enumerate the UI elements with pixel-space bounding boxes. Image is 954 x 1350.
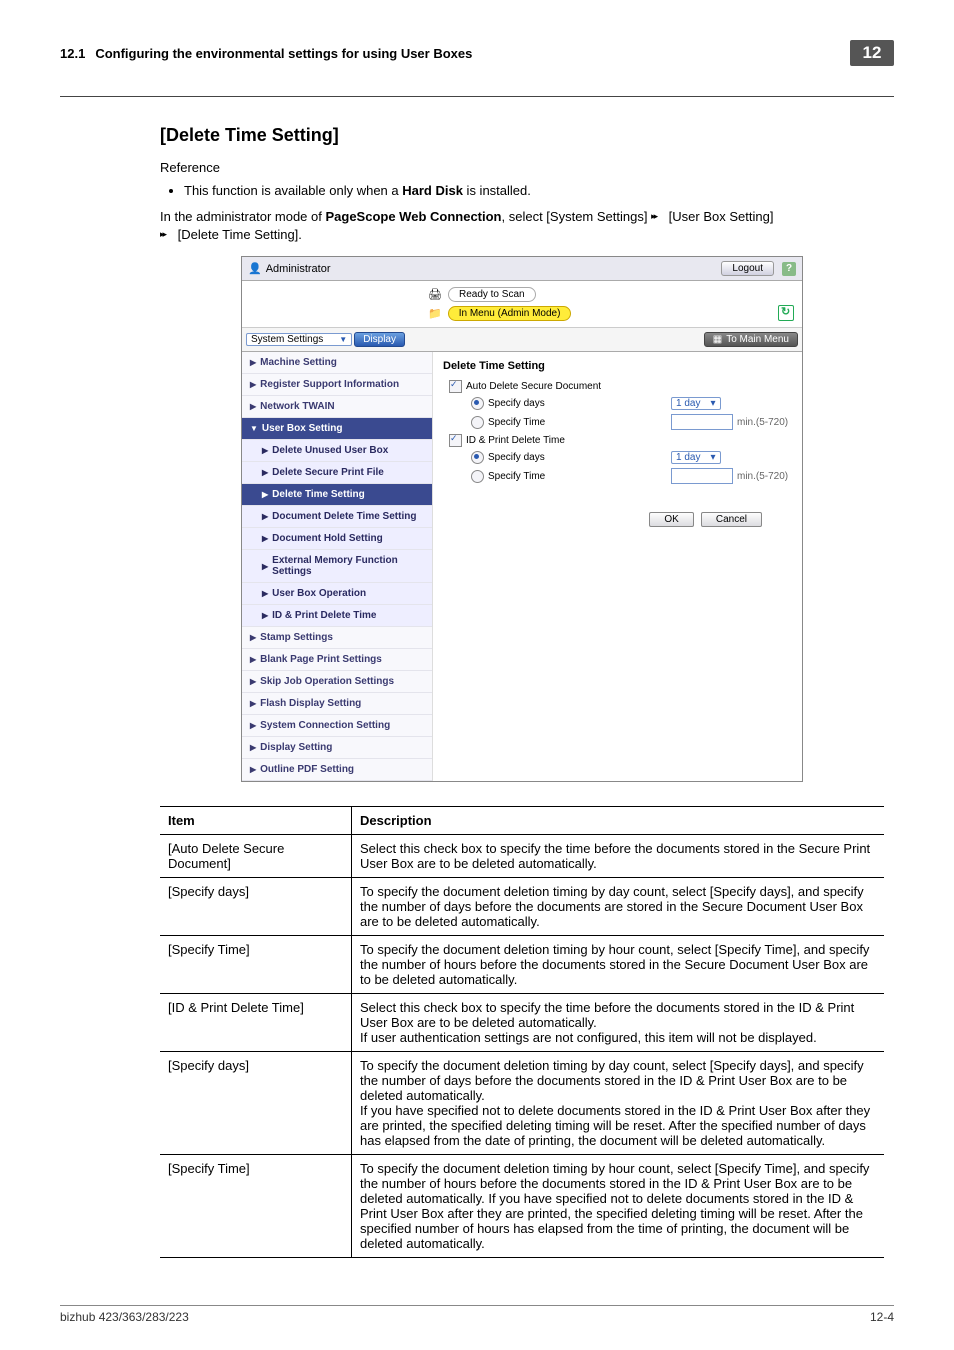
settings-pane: Delete Time Setting Auto Delete Secure D… <box>433 352 802 781</box>
cell-item: [Specify Time] <box>160 1155 352 1258</box>
nav-register-support[interactable]: ▶Register Support Information <box>242 374 432 396</box>
cell-item: [Specify Time] <box>160 936 352 994</box>
admin-label: Administrator <box>266 263 331 275</box>
menu-icon: ▦ <box>713 334 722 345</box>
specify-time-radio-1[interactable] <box>471 416 484 429</box>
nav-ext-memory[interactable]: ▶External Memory Function Settings <box>242 550 432 583</box>
th-item: Item <box>160 807 352 835</box>
nav-doc-del-time[interactable]: ▶Document Delete Time Setting <box>242 506 432 528</box>
cell-item: [Auto Delete Secure Document] <box>160 835 352 878</box>
days-select-1[interactable]: 1 day▾ <box>671 397 721 410</box>
section-heading: [Delete Time Setting] <box>160 125 884 146</box>
runhead-section-num: 12.1 <box>60 46 85 61</box>
status-ready: Ready to Scan <box>448 287 536 302</box>
cell-item: [ID & Print Delete Time] <box>160 994 352 1052</box>
nav-id-print-delete[interactable]: ▶ID & Print Delete Time <box>242 605 432 627</box>
cell-item: [Specify days] <box>160 878 352 936</box>
time-input-2[interactable] <box>671 468 733 484</box>
ok-button[interactable]: OK <box>649 512 693 527</box>
table-row: [Auto Delete Secure Document]Select this… <box>160 835 884 878</box>
cell-desc: To specify the document deletion timing … <box>352 936 885 994</box>
nav-network-twain[interactable]: ▶Network TWAIN <box>242 396 432 418</box>
nav-delete-secure[interactable]: ▶Delete Secure Print File <box>242 462 432 484</box>
nav-flash-display[interactable]: ▶Flash Display Setting <box>242 693 432 715</box>
admin-icon: 👤 <box>248 262 262 275</box>
table-row: [Specify days]To specify the document de… <box>160 878 884 936</box>
cell-desc: To specify the document deletion timing … <box>352 1155 885 1258</box>
cancel-button[interactable]: Cancel <box>701 512 762 527</box>
to-main-menu-button[interactable]: ▦ To Main Menu <box>704 332 798 347</box>
description-table: Item Description [Auto Delete Secure Doc… <box>160 806 884 1258</box>
specify-days-radio-2[interactable] <box>471 451 484 464</box>
status-menu: In Menu (Admin Mode) <box>448 306 572 321</box>
path-arrow-icon <box>651 214 665 222</box>
cell-item: [Specify days] <box>160 1052 352 1155</box>
reference-bullet: This function is available only when a H… <box>184 183 884 198</box>
pane-title: Delete Time Setting <box>443 360 792 372</box>
footer-page: 12-4 <box>870 1310 894 1324</box>
cell-desc: To specify the document deletion timing … <box>352 1052 885 1155</box>
folder-icon: 📁 <box>428 307 442 320</box>
header-rule <box>60 96 894 97</box>
chapter-number-box: 12 <box>850 40 894 66</box>
path-arrow-icon <box>160 232 174 240</box>
table-row: [Specify days]To specify the document de… <box>160 1052 884 1155</box>
specify-days-radio-1[interactable] <box>471 397 484 410</box>
nav-user-box-setting[interactable]: ▼User Box Setting <box>242 418 432 440</box>
days-select-2[interactable]: 1 day▾ <box>671 451 721 464</box>
logout-button[interactable]: Logout <box>721 261 774 276</box>
nav-delete-time[interactable]: ▶Delete Time Setting <box>242 484 432 506</box>
cell-desc: Select this check box to specify the tim… <box>352 994 885 1052</box>
auto-delete-checkbox[interactable] <box>449 380 462 393</box>
table-row: [ID & Print Delete Time]Select this chec… <box>160 994 884 1052</box>
nav-delete-unused[interactable]: ▶Delete Unused User Box <box>242 440 432 462</box>
chevron-down-icon: ▼ <box>339 335 347 344</box>
intro-paragraph: In the administrator mode of PageScope W… <box>160 208 884 244</box>
sidebar-nav: ▶Machine Setting ▶Register Support Infor… <box>242 352 433 781</box>
specify-time-radio-2[interactable] <box>471 470 484 483</box>
nav-blank-page[interactable]: ▶Blank Page Print Settings <box>242 649 432 671</box>
id-print-delete-checkbox[interactable] <box>449 434 462 447</box>
cell-desc: Select this check box to specify the tim… <box>352 835 885 878</box>
nav-stamp[interactable]: ▶Stamp Settings <box>242 627 432 649</box>
nav-outline-pdf[interactable]: ▶Outline PDF Setting <box>242 759 432 781</box>
footer-model: bizhub 423/363/283/223 <box>60 1310 189 1324</box>
nav-system-connection[interactable]: ▶System Connection Setting <box>242 715 432 737</box>
nav-doc-hold[interactable]: ▶Document Hold Setting <box>242 528 432 550</box>
display-button[interactable]: Display <box>354 332 405 347</box>
chevron-down-icon: ▾ <box>710 398 715 409</box>
webconnection-screenshot: 👤 Administrator Logout ? 🖨 Ready to Scan… <box>241 256 803 782</box>
chevron-down-icon: ▾ <box>710 452 715 463</box>
printer-icon: 🖨 <box>428 288 442 301</box>
nav-machine-setting[interactable]: ▶Machine Setting <box>242 352 432 374</box>
nav-skip-job[interactable]: ▶Skip Job Operation Settings <box>242 671 432 693</box>
runhead-title: Configuring the environmental settings f… <box>95 46 850 61</box>
help-icon[interactable]: ? <box>782 262 796 276</box>
th-desc: Description <box>352 807 885 835</box>
nav-user-box-op[interactable]: ▶User Box Operation <box>242 583 432 605</box>
reference-label: Reference <box>160 160 884 175</box>
refresh-icon[interactable] <box>778 305 794 321</box>
time-input-1[interactable] <box>671 414 733 430</box>
running-head: 12.1 Configuring the environmental setti… <box>60 40 894 66</box>
cell-desc: To specify the document deletion timing … <box>352 878 885 936</box>
table-row: [Specify Time]To specify the document de… <box>160 1155 884 1258</box>
table-row: [Specify Time]To specify the document de… <box>160 936 884 994</box>
category-select[interactable]: System Settings▼ <box>246 333 352 346</box>
nav-display-setting[interactable]: ▶Display Setting <box>242 737 432 759</box>
